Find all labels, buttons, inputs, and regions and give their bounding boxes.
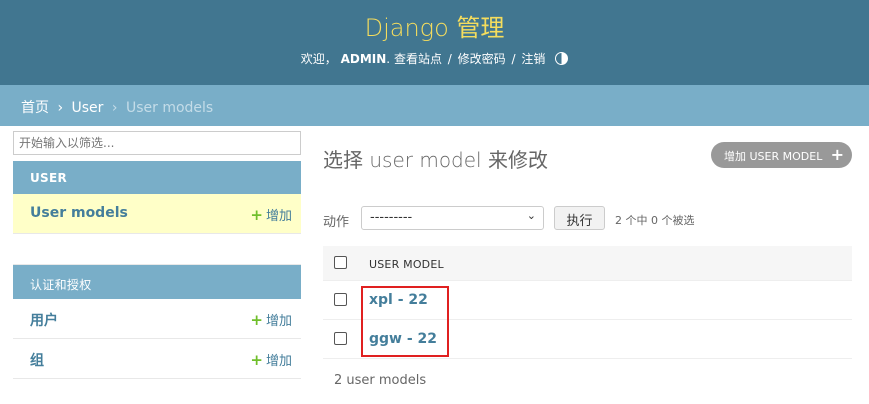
contrast-icon[interactable] bbox=[555, 52, 569, 65]
breadcrumb-current: User models bbox=[125, 100, 214, 116]
sidebar-item-label[interactable]: 组 bbox=[30, 350, 44, 370]
chevron-down-icon: ⌄ bbox=[526, 209, 536, 222]
breadcrumb-app[interactable]: User bbox=[72, 100, 104, 116]
nav-filter-input[interactable] bbox=[13, 131, 301, 155]
column-header[interactable]: USER MODEL bbox=[369, 258, 444, 271]
action-select[interactable]: --------- ⌄ bbox=[361, 206, 544, 230]
result-count-text: 2 user models bbox=[334, 373, 427, 388]
row-checkbox[interactable] bbox=[334, 293, 347, 306]
welcome-text: 欢迎， bbox=[300, 52, 337, 66]
plus-icon: + bbox=[830, 145, 844, 164]
plus-icon: + bbox=[250, 351, 263, 369]
actions-label: 动作 bbox=[323, 215, 350, 230]
site-header: Django 管理 欢迎， ADMIN. 查看站点 / 修改密码 / 注销 bbox=[0, 0, 869, 85]
go-button[interactable]: 执行 bbox=[554, 206, 605, 230]
username: ADMIN bbox=[340, 52, 387, 66]
sidebar-item-user-models[interactable]: User models + 增加 bbox=[13, 194, 301, 234]
table-header: USER MODEL bbox=[323, 246, 852, 281]
change-password-link[interactable]: 修改密码 bbox=[458, 52, 506, 66]
logout-link[interactable]: 注销 bbox=[521, 52, 545, 66]
breadcrumb-separator: › bbox=[57, 100, 64, 116]
result-count: 2 user models bbox=[323, 359, 852, 401]
selection-counter: 2 个中 0 个被选 bbox=[615, 214, 695, 227]
plus-icon: + bbox=[250, 311, 263, 329]
nav-sidebar: USER User models +增加 认证和授权 用户 +增加 组 +增加 bbox=[13, 131, 301, 379]
breadcrumb-separator: › bbox=[111, 100, 118, 116]
breadcrumb-home[interactable]: 首页 bbox=[21, 100, 49, 116]
sidebar-item-users[interactable]: 用户 + 增加 bbox=[13, 299, 301, 339]
add-group-link[interactable]: + 增加 bbox=[250, 350, 292, 369]
annotation-highlight-box bbox=[361, 286, 449, 357]
app-caption-auth[interactable]: 认证和授权 bbox=[13, 265, 301, 299]
add-user-link[interactable]: + 增加 bbox=[250, 310, 292, 329]
sidebar-item-label[interactable]: User models bbox=[30, 205, 128, 221]
user-tools: 欢迎， ADMIN. 查看站点 / 修改密码 / 注销 bbox=[0, 50, 869, 67]
row-checkbox[interactable] bbox=[334, 332, 347, 345]
app-caption-user[interactable]: USER bbox=[13, 161, 301, 194]
sidebar-item-label[interactable]: 用户 bbox=[30, 310, 58, 330]
page-title: 选择 user model 来修改 bbox=[323, 148, 548, 172]
view-site-link[interactable]: 查看站点 bbox=[394, 52, 442, 66]
select-all-checkbox[interactable] bbox=[334, 256, 347, 269]
breadcrumb: 首页 › User › User models bbox=[0, 85, 869, 126]
add-user-model-button[interactable]: 增加 USER MODEL + bbox=[711, 142, 852, 168]
plus-icon: + bbox=[250, 206, 263, 224]
site-brand[interactable]: Django 管理 bbox=[0, 8, 869, 43]
add-user-models-link[interactable]: + 增加 bbox=[250, 205, 292, 224]
sidebar-item-groups[interactable]: 组 + 增加 bbox=[13, 339, 301, 379]
